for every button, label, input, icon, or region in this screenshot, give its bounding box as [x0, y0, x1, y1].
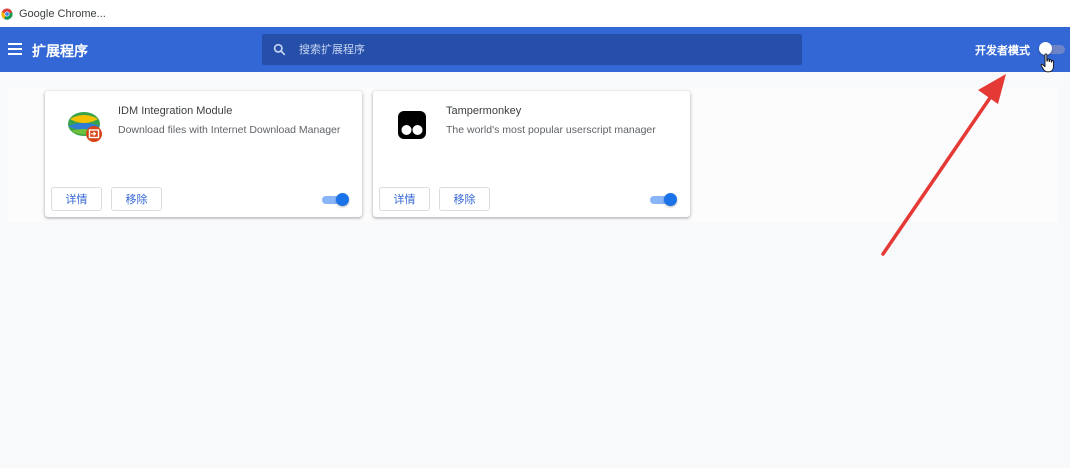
remove-button[interactable]: 移除	[111, 187, 162, 211]
hamburger-menu-icon[interactable]	[8, 43, 22, 55]
search-box[interactable]	[262, 34, 802, 65]
annotation-arrow-icon	[881, 74, 1006, 256]
extension-name: Tampermonkey	[446, 105, 522, 117]
details-button[interactable]: 详情	[379, 187, 430, 211]
remove-button[interactable]: 移除	[439, 187, 490, 211]
extension-enable-toggle[interactable]	[322, 193, 349, 207]
chrome-logo-icon	[1, 8, 13, 20]
extension-name: IDM Integration Module	[118, 105, 233, 117]
idm-globe-icon	[68, 112, 102, 142]
hand-pointer-icon	[1040, 53, 1054, 73]
extension-enable-toggle[interactable]	[650, 193, 677, 207]
search-icon	[273, 43, 286, 56]
developer-mode-label: 开发者模式	[975, 45, 1030, 57]
window-title: Google Chrome...	[19, 7, 106, 20]
tampermonkey-icon	[398, 111, 426, 139]
search-input[interactable]	[297, 39, 791, 61]
window-titlebar: Google Chrome...	[0, 0, 1070, 27]
extension-description: The world's most popular userscript mana…	[446, 124, 656, 136]
extension-card-idm: IDM Integration Module Download files wi…	[45, 91, 362, 217]
extension-description: Download files with Internet Download Ma…	[118, 124, 341, 136]
extension-card-tampermonkey: Tampermonkey The world's most popular us…	[373, 91, 690, 217]
page-title: 扩展程序	[32, 43, 88, 59]
details-button[interactable]: 详情	[51, 187, 102, 211]
